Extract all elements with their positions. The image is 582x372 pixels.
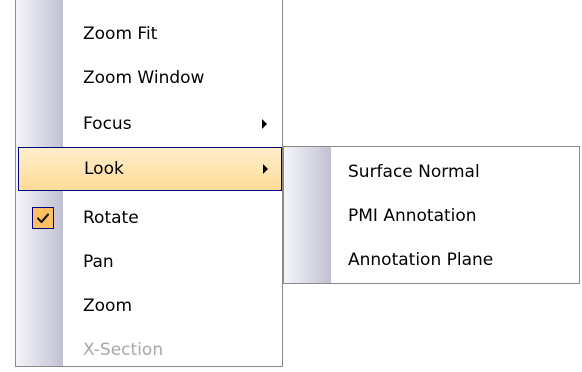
menu-item-x-section: X-Section	[18, 328, 282, 372]
menu-item-label: Rotate	[83, 207, 139, 228]
menu-item-label: X-Section	[83, 339, 164, 360]
menu-item-label: Zoom Window	[83, 67, 205, 88]
submenu-arrow-icon	[263, 164, 268, 174]
menu-item-zoom[interactable]: Zoom	[18, 284, 282, 328]
submenu-item-surface-normal[interactable]: Surface Normal	[286, 150, 579, 194]
context-menu: Zoom Fit Zoom Window Focus Look Rotate P…	[15, 0, 283, 367]
menu-item-rotate[interactable]: Rotate	[18, 196, 282, 240]
submenu-item-pmi-annotation[interactable]: PMI Annotation	[286, 194, 579, 238]
menu-item-pan[interactable]: Pan	[18, 240, 282, 284]
menu-item-look[interactable]: Look	[18, 147, 282, 191]
menu-item-focus[interactable]: Focus	[18, 102, 282, 146]
menu-item-label: Zoom	[83, 295, 133, 316]
submenu-arrow-icon	[262, 119, 267, 129]
menu-item-label: Zoom Fit	[83, 23, 158, 44]
menu-item-label: Focus	[83, 113, 132, 134]
checkmark-icon	[32, 207, 54, 229]
menu-item-label: PMI Annotation	[348, 205, 477, 226]
menu-item-zoom-window[interactable]: Zoom Window	[18, 56, 282, 100]
menu-item-zoom-fit[interactable]: Zoom Fit	[18, 12, 282, 56]
submenu-item-annotation-plane[interactable]: Annotation Plane	[286, 238, 579, 282]
menu-item-label: Annotation Plane	[348, 249, 494, 270]
menu-item-label: Look	[84, 158, 124, 179]
menu-item-label: Surface Normal	[348, 161, 480, 182]
look-submenu: Surface Normal PMI Annotation Annotation…	[283, 146, 580, 284]
menu-item-label: Pan	[83, 251, 114, 272]
